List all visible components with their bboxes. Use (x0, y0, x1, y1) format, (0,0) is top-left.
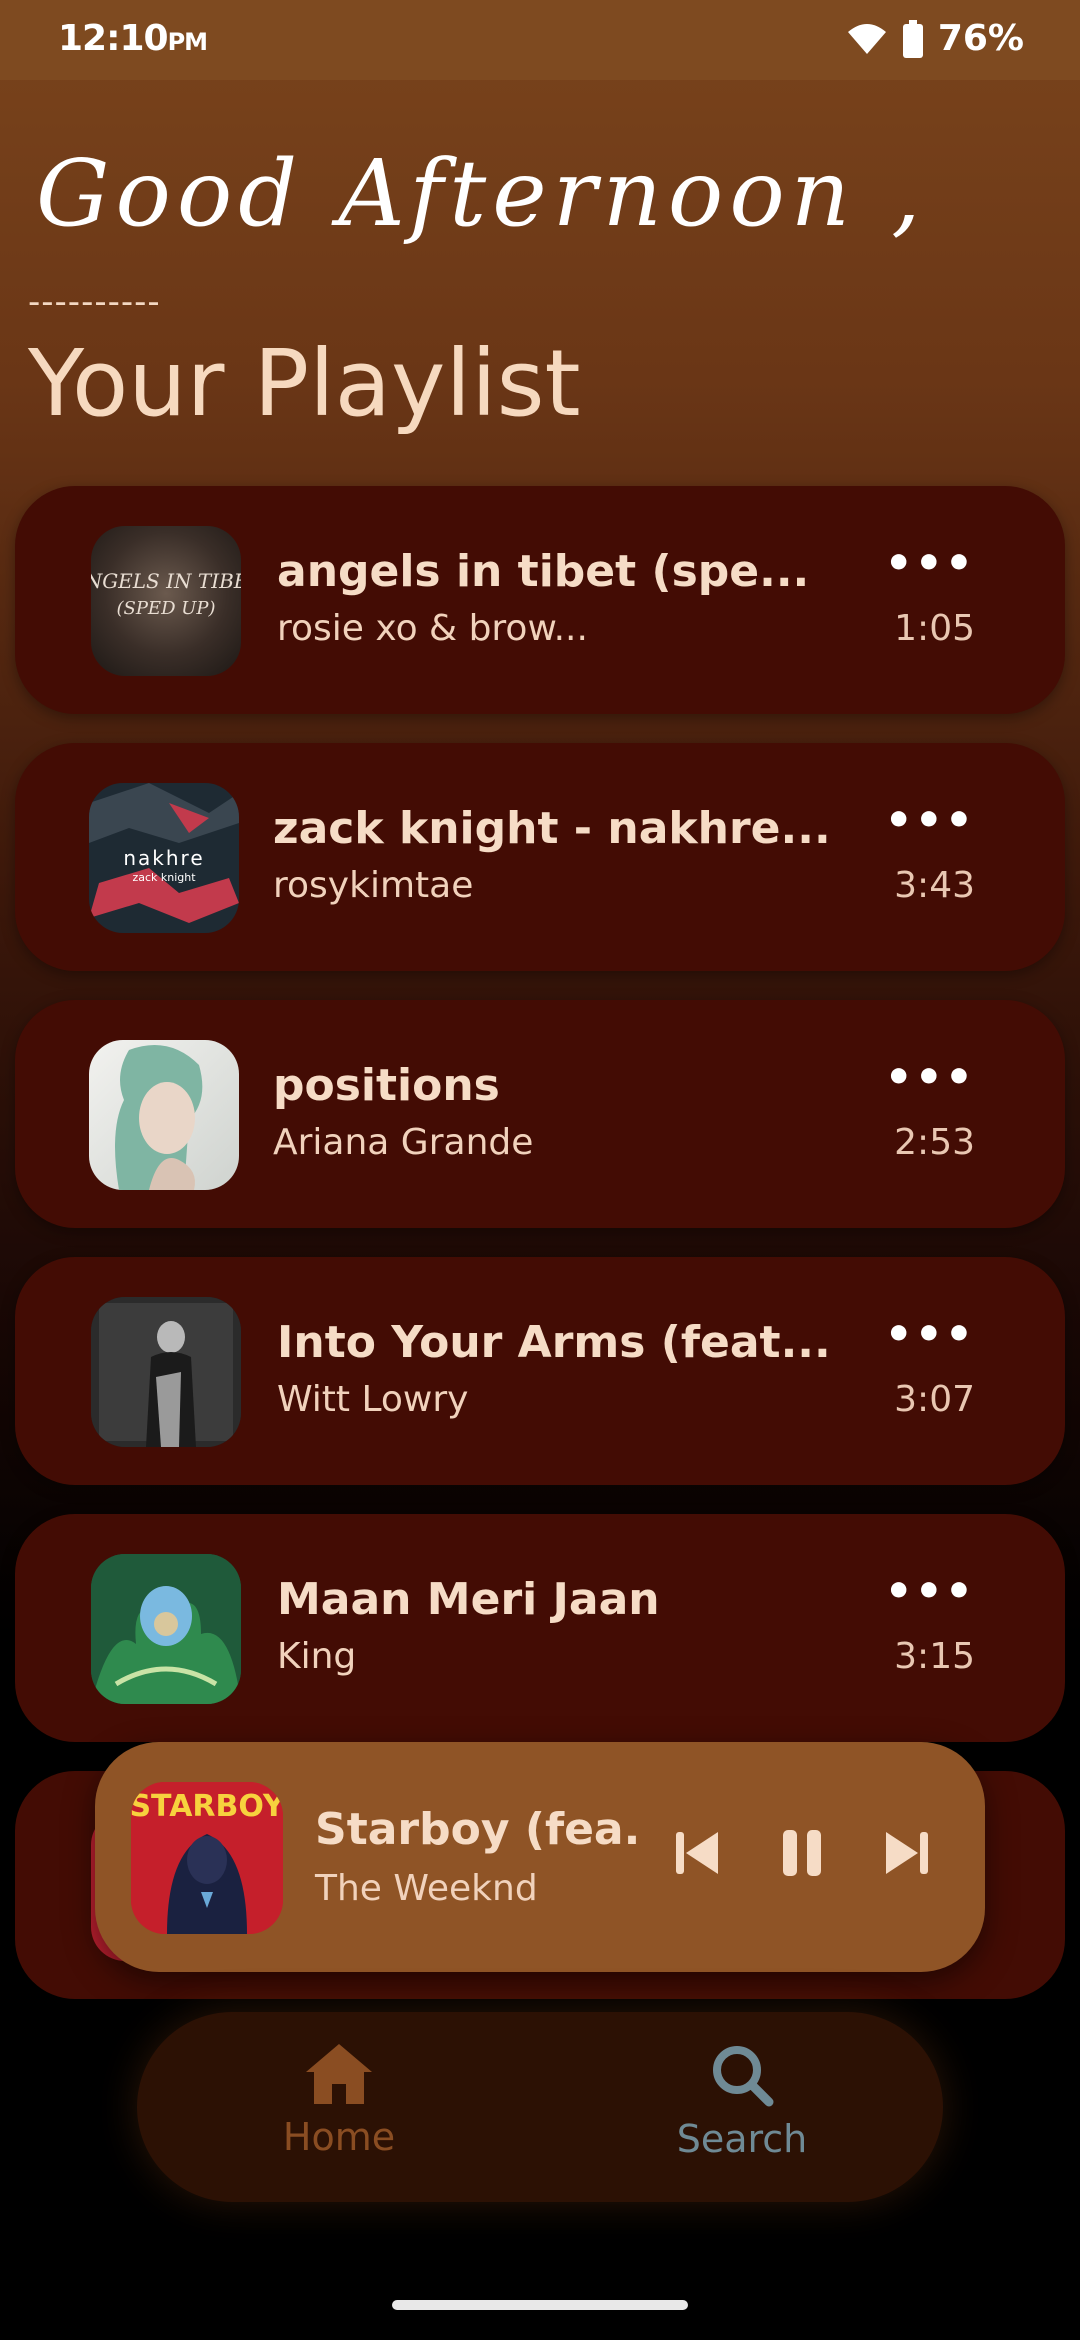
now-playing-title: Starboy (fea. (315, 1804, 641, 1855)
album-art-positions (115, 1045, 203, 1190)
album-art-angels: ANGELS IN TIBET (SPED UP) (91, 569, 241, 619)
more-options-icon[interactable]: ••• (885, 1566, 975, 1617)
wifi-icon (847, 23, 886, 54)
search-icon (713, 2046, 774, 2107)
song-card[interactable]: ANGELS IN TIBET (SPED UP) angels in tibe… (15, 486, 1065, 714)
nav-search[interactable]: Search (642, 2042, 842, 2161)
song-artist: Ariana Grande (273, 1122, 534, 1163)
home-icon (306, 2044, 372, 2104)
song-title: zack knight - nakhre... (273, 803, 831, 854)
svg-text:ANGELS IN TIBET: ANGELS IN TIBET (91, 569, 241, 593)
now-playing-artist: The Weeknd (315, 1868, 538, 1909)
album-cover: ANGELS IN TIBET (SPED UP) (91, 526, 241, 676)
song-card[interactable]: positions Ariana Grande ••• 2:53 (15, 1000, 1065, 1228)
song-card[interactable]: Into Your Arms (feat... Witt Lowry ••• 3… (15, 1257, 1065, 1485)
pause-icon[interactable] (775, 1826, 829, 1880)
song-artist: Witt Lowry (277, 1379, 469, 1420)
album-cover (89, 1040, 239, 1190)
cover-text-title: nakhre (123, 846, 204, 870)
song-title: Maan Meri Jaan (277, 1574, 660, 1625)
divider-dashes: ---------- (28, 282, 161, 322)
album-art-starboy: STARBOY (131, 1782, 283, 1934)
song-duration: 3:15 (894, 1636, 975, 1677)
gesture-home-bar[interactable] (392, 2300, 688, 2310)
cover-text-artist: zack knight (132, 871, 196, 884)
svg-text:(SPED UP): (SPED UP) (116, 598, 215, 619)
status-time: 12:10PM (58, 18, 208, 59)
more-options-icon[interactable]: ••• (885, 1052, 975, 1103)
album-art-nakhre: nakhre zack knight (89, 783, 239, 923)
nav-search-label: Search (676, 2117, 808, 2161)
more-options-icon[interactable]: ••• (885, 538, 975, 589)
bottom-navigation: Home Search (137, 2012, 943, 2202)
status-bar: 12:10PM 76% (0, 0, 1080, 80)
battery-icon (902, 19, 923, 58)
song-duration: 2:53 (894, 1122, 975, 1163)
song-title: positions (273, 1060, 500, 1111)
status-icons: 76% (846, 18, 1024, 59)
greeting-text: Good Afternoon , (36, 140, 927, 247)
song-card[interactable]: Maan Meri Jaan King ••• 3:15 (15, 1514, 1065, 1742)
nav-home[interactable]: Home (239, 2042, 439, 2159)
song-artist: King (277, 1636, 357, 1677)
song-card[interactable]: nakhre zack knight zack knight - nakhre.… (15, 743, 1065, 971)
mini-player[interactable]: STARBOY Starboy (fea. The Weeknd (95, 1742, 985, 1972)
song-title: angels in tibet (spe... (277, 546, 810, 597)
previous-track-icon[interactable] (670, 1826, 724, 1880)
more-options-icon[interactable]: ••• (885, 1309, 975, 1360)
cover-text-starboy: STARBOY (131, 1789, 283, 1824)
more-options-icon[interactable]: ••• (885, 795, 975, 846)
album-art-maan-meri-jaan (91, 1554, 241, 1704)
song-title: Into Your Arms (feat... (277, 1317, 831, 1368)
song-duration: 1:05 (894, 608, 975, 649)
nav-home-label: Home (282, 2115, 396, 2159)
next-track-icon[interactable] (880, 1826, 934, 1880)
song-artist: rosie xo & brow... (277, 608, 588, 649)
song-duration: 3:43 (894, 865, 975, 906)
album-cover (91, 1297, 241, 1447)
song-artist: rosykimtae (273, 865, 474, 906)
album-cover: nakhre zack knight (89, 783, 239, 933)
battery-percent: 76% (937, 18, 1024, 59)
page-title: Your Playlist (28, 330, 581, 437)
album-art-into-your-arms (91, 1297, 241, 1447)
now-playing-cover: STARBOY (131, 1782, 283, 1934)
song-duration: 3:07 (894, 1379, 975, 1420)
album-cover (91, 1554, 241, 1704)
status-ampm: PM (167, 28, 208, 56)
status-clock: 12:10 (58, 18, 169, 59)
